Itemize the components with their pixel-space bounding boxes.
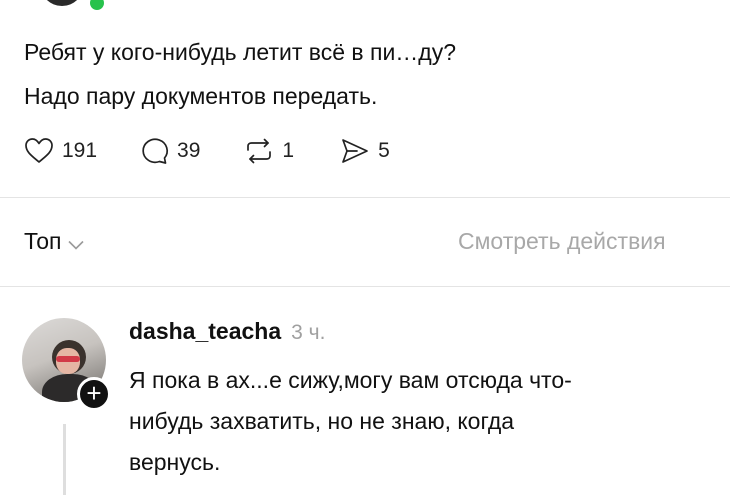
post-text: Ребят у кого-нибудь летит всё в пи…ду? Н… bbox=[24, 30, 714, 118]
comment-text: Я пока в ах...е сижу,могу вам отсюда что… bbox=[129, 360, 729, 483]
sort-label: Топ bbox=[24, 228, 62, 254]
sort-dropdown[interactable]: Топ bbox=[24, 228, 84, 255]
comment-text-line: Я пока в ах...е сижу,могу вам отсюда что… bbox=[129, 367, 572, 393]
comment-button[interactable]: 39 bbox=[137, 134, 200, 168]
comment-username[interactable]: dasha_teacha bbox=[129, 318, 281, 345]
like-button[interactable]: 191 bbox=[22, 134, 97, 168]
post-text-line: Ребят у кого-нибудь летит всё в пи…ду? bbox=[24, 39, 457, 65]
post-actions: 191 39 1 5 bbox=[22, 133, 420, 169]
comment-text-line: нибудь захватить, но не знаю, когда bbox=[129, 408, 515, 434]
repost-count: 1 bbox=[282, 139, 295, 162]
comment-timestamp: 3 ч. bbox=[291, 321, 326, 344]
repost-icon bbox=[247, 138, 272, 164]
divider bbox=[0, 286, 730, 287]
comment-header: dasha_teacha 3 ч. bbox=[129, 318, 325, 345]
comment-count: 39 bbox=[177, 139, 201, 162]
post-text-line: Надо пару документов передать. bbox=[24, 83, 378, 109]
online-status-dot bbox=[88, 0, 106, 12]
like-count: 191 bbox=[62, 139, 98, 162]
send-icon bbox=[342, 139, 368, 163]
view-activity-link[interactable]: Смотреть действия bbox=[458, 228, 730, 255]
thread-line bbox=[63, 424, 66, 495]
share-button[interactable]: 5 bbox=[338, 134, 390, 168]
divider bbox=[0, 197, 730, 198]
heart-icon bbox=[25, 138, 53, 163]
share-count: 5 bbox=[378, 139, 390, 162]
follow-plus-icon[interactable]: + bbox=[77, 377, 111, 411]
chevron-down-icon bbox=[67, 237, 84, 250]
comment-text-line: вернусь. bbox=[129, 449, 221, 475]
post-author-avatar[interactable] bbox=[40, 0, 84, 6]
repost-button[interactable]: 1 bbox=[242, 134, 294, 168]
speech-bubble-icon bbox=[142, 138, 169, 164]
